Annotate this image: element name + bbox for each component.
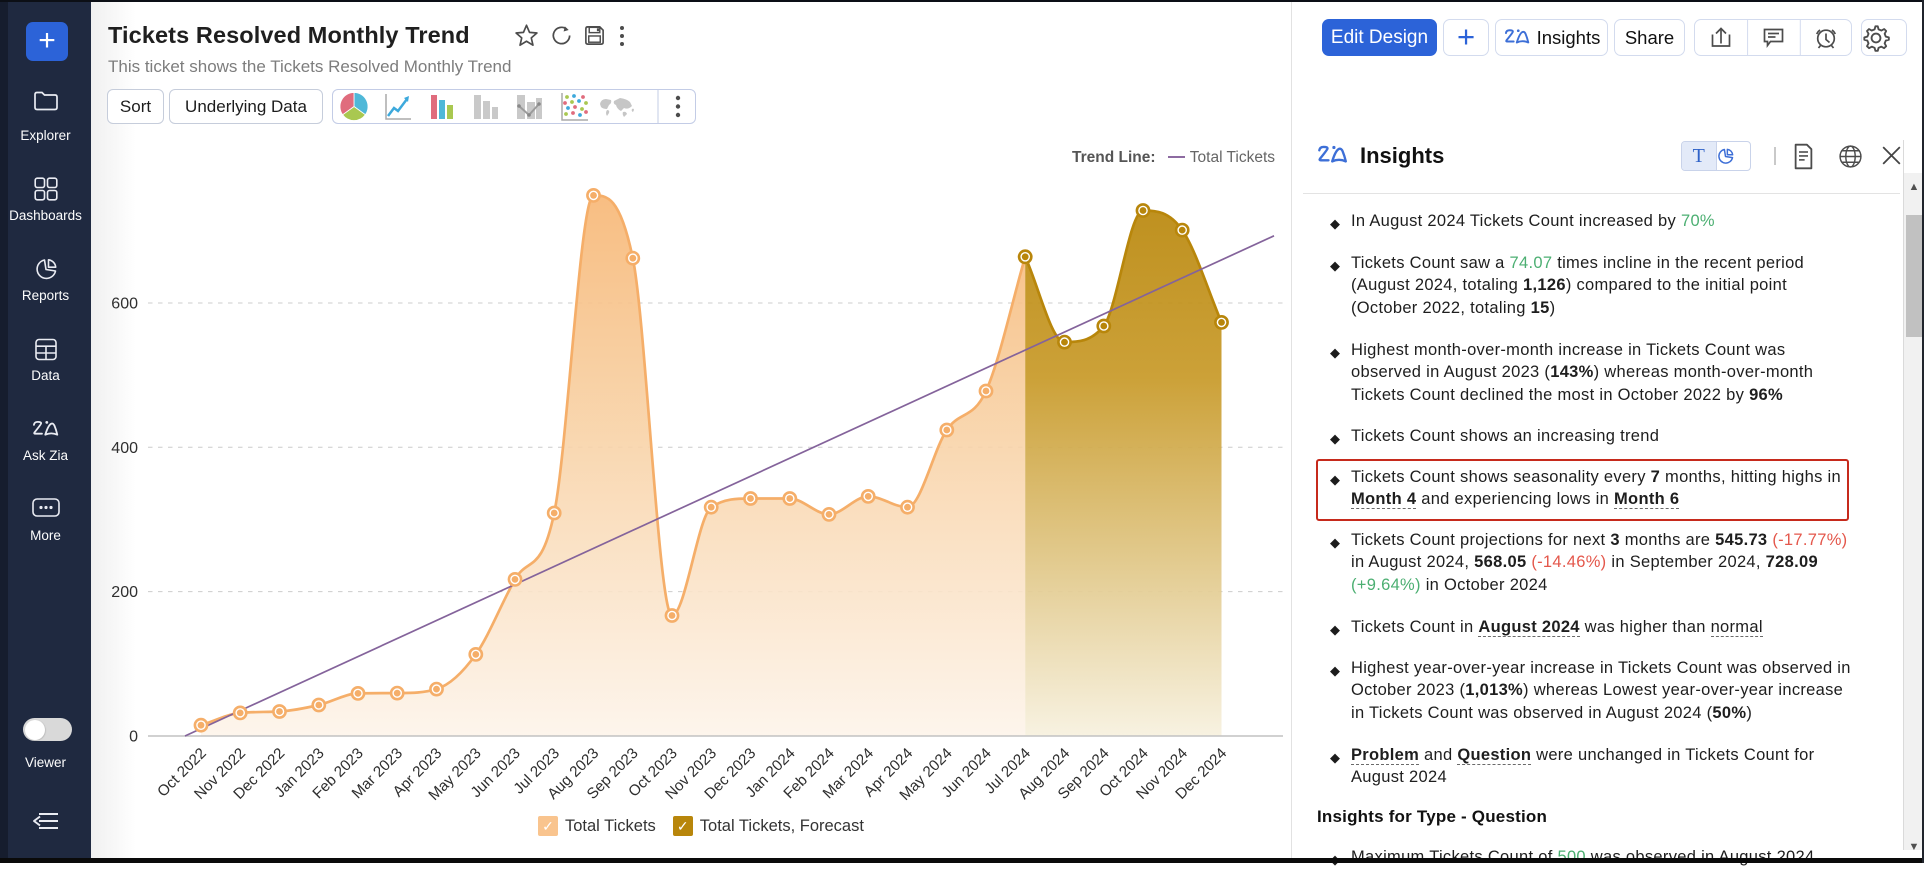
svg-text:400: 400 (111, 440, 138, 457)
svg-text:0: 0 (129, 729, 138, 746)
svg-text:600: 600 (111, 295, 138, 312)
svg-text:200: 200 (111, 584, 138, 601)
